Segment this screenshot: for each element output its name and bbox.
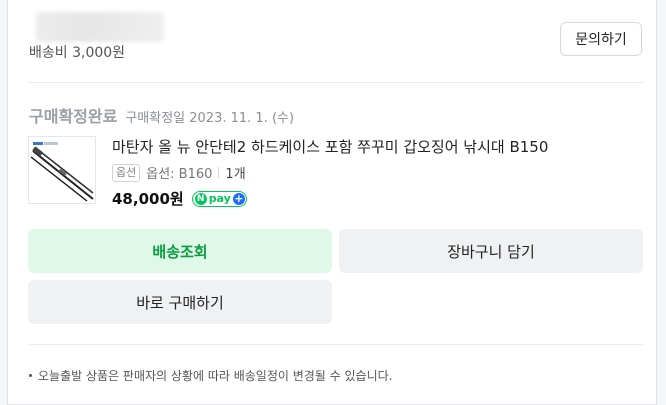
confirm-date: 구매확정일 2023. 11. 1. (수) xyxy=(125,111,295,126)
divider xyxy=(29,82,643,83)
option-value: 옵션: B160 xyxy=(146,167,213,182)
track-delivery-button[interactable]: 배송조회 xyxy=(28,229,332,273)
fishing-rod-image xyxy=(30,142,94,202)
buy-again-button[interactable]: 바로 구매하기 xyxy=(28,280,332,324)
npay-plus-badge: N pay + xyxy=(191,190,247,207)
bullet-icon xyxy=(29,374,32,377)
npay-n-icon: N xyxy=(194,192,207,205)
price-row: 48,000원 N pay + xyxy=(112,188,247,209)
notice-text: 오늘출발 상품은 판매자의 상황에 따라 배송일정이 변경될 수 있습니다. xyxy=(38,369,393,383)
product-thumbnail[interactable] xyxy=(28,136,96,204)
quantity: 1개 xyxy=(225,167,246,182)
plus-icon: + xyxy=(232,192,245,205)
add-to-cart-button[interactable]: 장바구니 담기 xyxy=(339,229,643,273)
order-status-row: 구매확정완료 구매확정일 2023. 11. 1. (수) xyxy=(29,103,294,127)
order-card: 배송비 3,000원 문의하기 구매확정완료 구매확정일 2023. 11. 1… xyxy=(7,0,657,405)
delivery-notice: 오늘출발 상품은 판매자의 상황에 따라 배송일정이 변경될 수 있습니다. xyxy=(29,367,393,384)
npay-label: pay xyxy=(208,192,231,205)
separator xyxy=(218,167,220,178)
order-status: 구매확정완료 xyxy=(29,107,118,126)
price: 48,000원 xyxy=(112,190,184,208)
divider xyxy=(29,344,643,345)
option-badge: 옵션 xyxy=(112,163,141,182)
inquiry-button[interactable]: 문의하기 xyxy=(560,22,642,56)
seller-name-blurred xyxy=(36,12,164,42)
product-name[interactable]: 마탄자 올 뉴 안단테2 하드케이스 포함 쭈꾸미 갑오징어 낚시대 B150 xyxy=(112,136,548,157)
option-row: 옵션 옵션: B160 1개 xyxy=(112,163,246,182)
shipping-fee: 배송비 3,000원 xyxy=(29,45,126,61)
